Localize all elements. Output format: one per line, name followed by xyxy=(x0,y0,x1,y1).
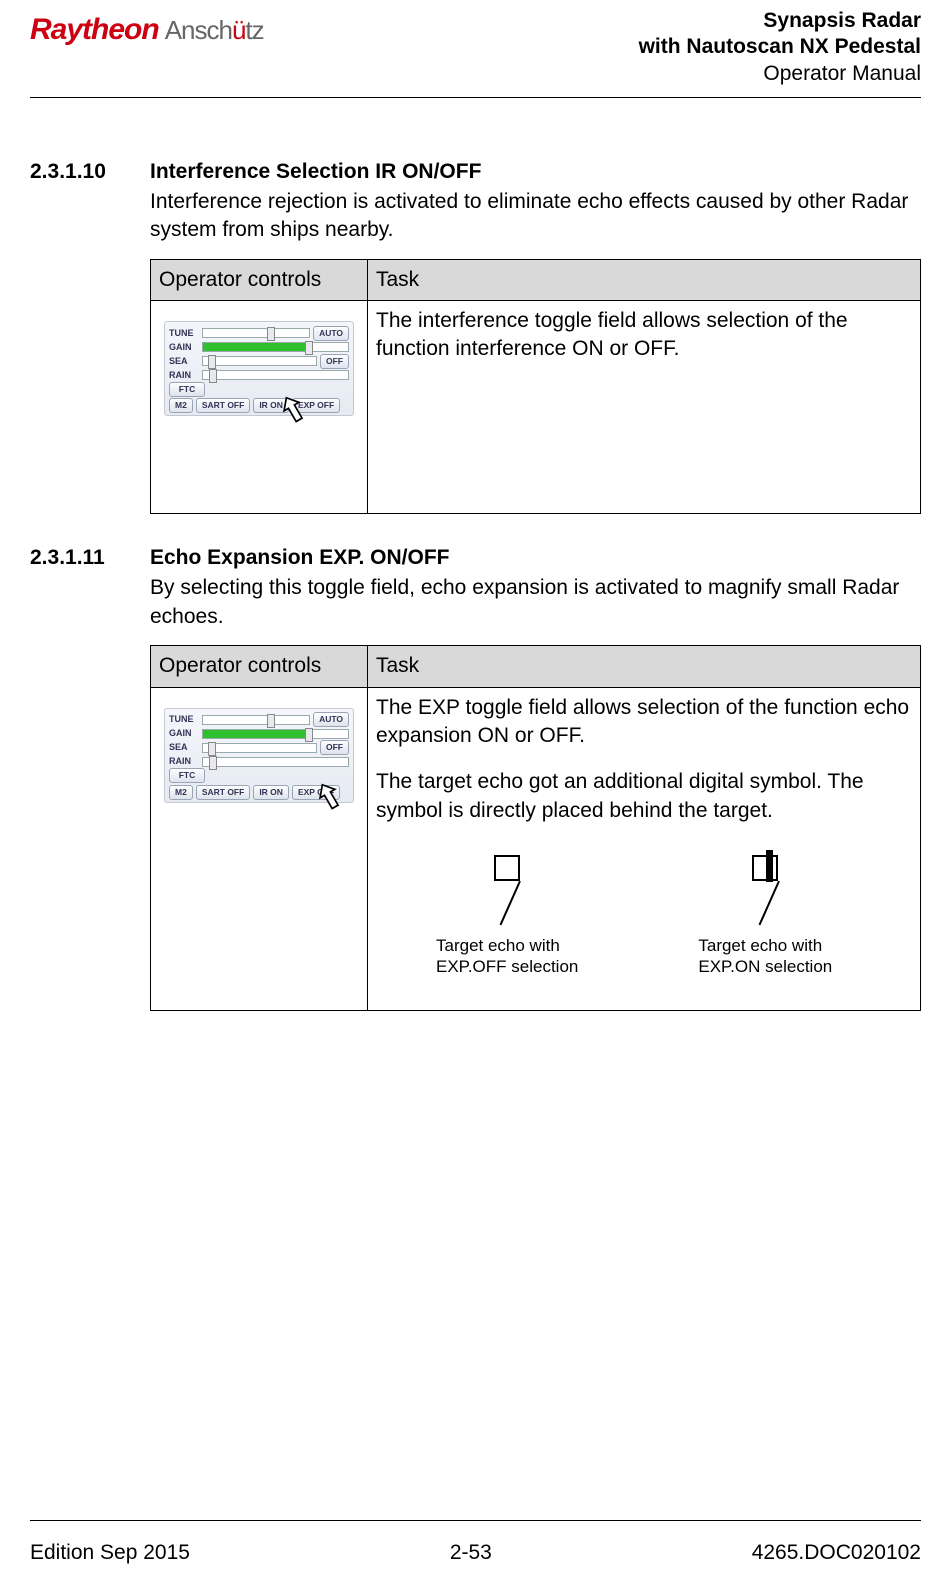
operator-table: Operator controls Task TUNE AUTO GAIN SEA… xyxy=(150,259,921,514)
th-task: Task xyxy=(368,259,921,300)
page-footer: Edition Sep 2015 2-53 4265.DOC020102 xyxy=(30,1539,921,1567)
echo-on-label: Target echo with EXP.ON selection xyxy=(698,935,832,978)
section-number: 2.3.1.11 xyxy=(30,544,150,1010)
panel-btn-sartoff: SART OFF xyxy=(196,398,251,413)
panel-btn-iron: IR ON xyxy=(253,785,289,800)
page: RaytheonAnschütz Synapsis Radar with Nau… xyxy=(0,0,951,1591)
panel-btn-ftc: FTC xyxy=(169,768,205,783)
panel-btn-m2: M2 xyxy=(169,398,193,413)
doc-title-line1: Synapsis Radar xyxy=(639,8,921,34)
panel-btn-auto: AUTO xyxy=(313,326,349,341)
panel-btn-off: OFF xyxy=(320,354,349,369)
echo-diagram: Target echo with EXP.OFF selection Targe… xyxy=(376,843,912,988)
td-controls: TUNE AUTO GAIN SEA OFF RAIN FTC M2 SART OF… xyxy=(151,301,368,514)
section-exp: 2.3.1.11 Echo Expansion EXP. ON/OFF By s… xyxy=(30,544,921,1010)
radar-control-panel: TUNE AUTO GAIN SEA OFF RAIN FTC M2 SART OF… xyxy=(164,321,354,416)
panel-label-sea: SEA xyxy=(169,741,199,753)
target-echo-off-icon xyxy=(494,855,520,881)
table-header-row: Operator controls Task xyxy=(151,646,921,687)
document-title-block: Synapsis Radar with Nautoscan NX Pedesta… xyxy=(639,8,921,87)
pointer-arrow-icon xyxy=(277,394,311,428)
section-paragraph: Interference rejection is activated to e… xyxy=(150,188,921,245)
th-task: Task xyxy=(368,646,921,687)
footer-edition: Edition Sep 2015 xyxy=(30,1539,190,1567)
panel-label-gain: GAIN xyxy=(169,341,199,353)
brand-logo: RaytheonAnschütz xyxy=(30,8,264,51)
task-text-1: The EXP toggle field allows selection of… xyxy=(376,694,912,751)
echo-on-col: Target echo with EXP.ON selection xyxy=(698,855,832,978)
footer-divider xyxy=(30,1520,921,1521)
doc-title-line2: with Nautoscan NX Pedestal xyxy=(639,34,921,60)
th-controls: Operator controls xyxy=(151,259,368,300)
panel-btn-auto: AUTO xyxy=(313,712,349,727)
panel-btn-off: OFF xyxy=(320,740,349,755)
footer-page-number: 2-53 xyxy=(450,1539,492,1567)
panel-label-rain: RAIN xyxy=(169,755,199,767)
doc-title-line3: Operator Manual xyxy=(639,61,921,87)
logo-sub-b: tz xyxy=(245,15,263,45)
panel-label-gain: GAIN xyxy=(169,727,199,739)
footer-doc-id: 4265.DOC020102 xyxy=(752,1539,921,1567)
section-ir: 2.3.1.10 Interference Selection IR ON/OF… xyxy=(30,158,921,514)
td-controls: TUNE AUTO GAIN SEA OFF RAIN FTC M2 SART OF… xyxy=(151,687,368,1010)
echo-off-col: Target echo with EXP.OFF selection xyxy=(436,855,578,978)
operator-table: Operator controls Task TUNE AUTO GAIN SEA… xyxy=(150,645,921,1010)
panel-btn-ftc: FTC xyxy=(169,382,205,397)
callout-line xyxy=(500,881,521,925)
header-divider xyxy=(30,97,921,98)
page-header: RaytheonAnschütz Synapsis Radar with Nau… xyxy=(30,0,921,87)
td-task: The EXP toggle field allows selection of… xyxy=(368,687,921,1010)
logo-main: Raytheon xyxy=(30,13,159,46)
logo-sub: Anschütz xyxy=(165,15,264,45)
task-text: The interference toggle field allows sel… xyxy=(376,307,912,364)
table-header-row: Operator controls Task xyxy=(151,259,921,300)
task-text-2: The target echo got an additional digita… xyxy=(376,768,912,825)
panel-btn-sartoff: SART OFF xyxy=(196,785,251,800)
section-body: Interference Selection IR ON/OFF Interfe… xyxy=(150,158,921,514)
th-controls: Operator controls xyxy=(151,646,368,687)
callout-line xyxy=(758,881,779,925)
panel-label-tune: TUNE xyxy=(169,327,199,339)
section-body: Echo Expansion EXP. ON/OFF By selecting … xyxy=(150,544,921,1010)
section-paragraph: By selecting this toggle field, echo exp… xyxy=(150,574,921,631)
section-heading: Echo Expansion EXP. ON/OFF xyxy=(150,544,921,572)
logo-sub-accent: ü xyxy=(232,15,245,45)
panel-label-rain: RAIN xyxy=(169,369,199,381)
panel-label-tune: TUNE xyxy=(169,713,199,725)
section-heading: Interference Selection IR ON/OFF xyxy=(150,158,921,186)
logo-sub-a: Ansch xyxy=(165,15,232,45)
echo-off-label: Target echo with EXP.OFF selection xyxy=(436,935,578,978)
table-row: TUNE AUTO GAIN SEA OFF RAIN FTC M2 SART OF… xyxy=(151,301,921,514)
target-echo-on-icon xyxy=(752,855,778,881)
pointer-arrow-icon xyxy=(313,781,347,815)
panel-label-sea: SEA xyxy=(169,355,199,367)
radar-control-panel: TUNE AUTO GAIN SEA OFF RAIN FTC M2 SART OF… xyxy=(164,708,354,803)
table-row: TUNE AUTO GAIN SEA OFF RAIN FTC M2 SART OF… xyxy=(151,687,921,1010)
echo-on-symbol xyxy=(766,850,773,882)
section-number: 2.3.1.10 xyxy=(30,158,150,514)
td-task: The interference toggle field allows sel… xyxy=(368,301,921,514)
panel-btn-m2: M2 xyxy=(169,785,193,800)
